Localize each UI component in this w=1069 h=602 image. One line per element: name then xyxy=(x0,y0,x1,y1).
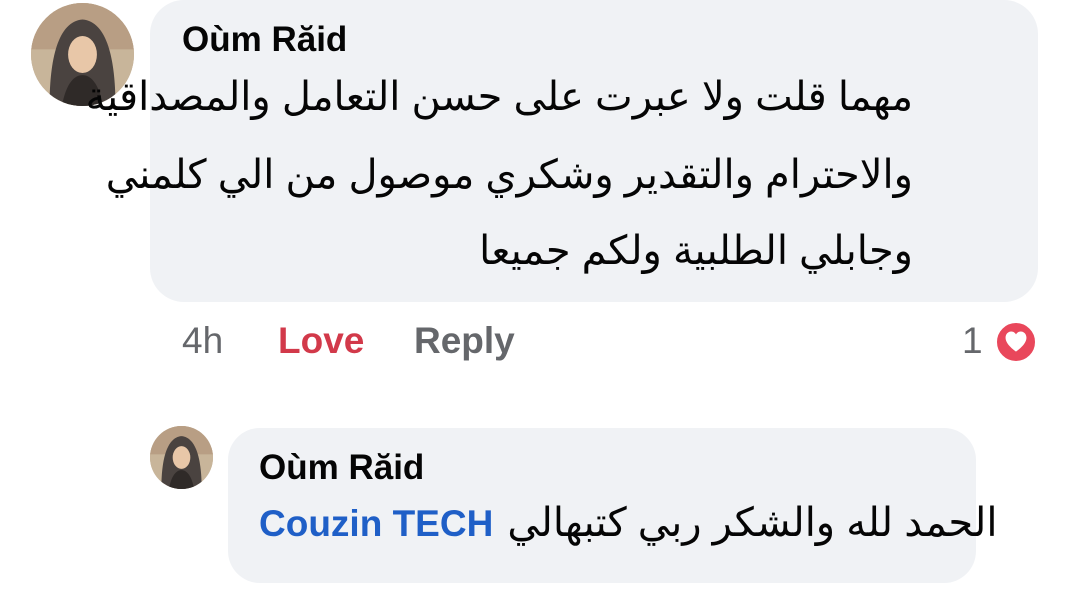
mention-link[interactable]: Couzin TECH xyxy=(259,503,493,544)
reply-text-body: الحمد لله والشكر ربي كتبهالي xyxy=(507,501,998,545)
comment-author[interactable]: Oùm Răid xyxy=(182,20,347,60)
comment-text-line: مهما قلت ولا عبرت على حسن التعامل والمصد… xyxy=(85,75,913,119)
comment-thread: Oùm Răid مهما قلت ولا عبرت على حسن التعا… xyxy=(0,0,1069,602)
love-reaction-icon[interactable] xyxy=(994,320,1038,364)
reply-button[interactable]: Reply xyxy=(414,320,515,362)
comment-text-line: والاحترام والتقدير وشكري موصول من الي كل… xyxy=(105,153,913,197)
reply-text: Couzin TECH الحمد لله والشكر ربي كتبهالي xyxy=(259,500,997,546)
avatar-woman-hijab-icon[interactable] xyxy=(150,426,213,489)
reply-author[interactable]: Oùm Răid xyxy=(259,448,424,488)
love-button[interactable]: Love xyxy=(278,320,364,362)
reaction-count[interactable]: 1 xyxy=(962,320,983,362)
comment-timestamp[interactable]: 4h xyxy=(182,320,223,362)
comment-text-line: وجابلي الطلبية ولكم جميعا xyxy=(479,229,913,273)
